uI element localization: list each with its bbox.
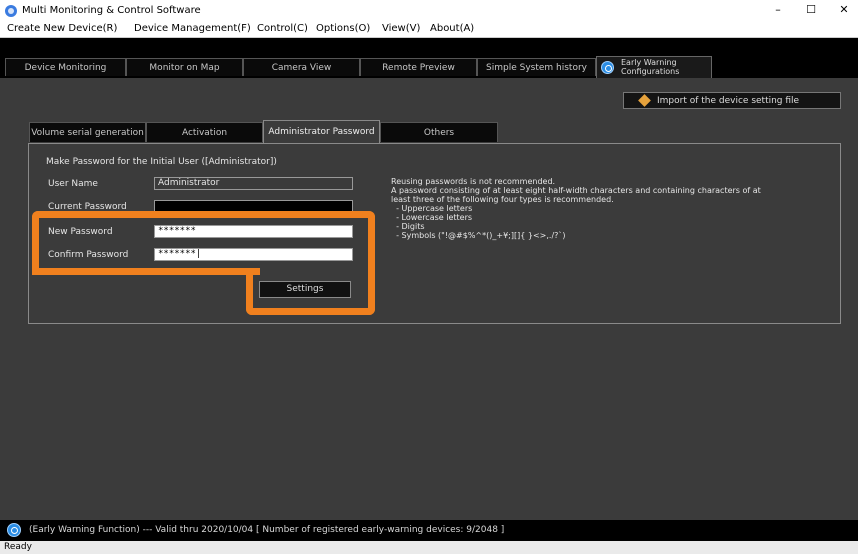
note-line: A password consisting of at least eight … (391, 186, 761, 195)
tab-early-warning-label: Early Warning Configurations (621, 58, 680, 76)
import-device-settings-button[interactable]: Import of the device setting file (623, 92, 841, 109)
note-line: - Digits (391, 222, 425, 231)
app-logo-icon (5, 5, 17, 17)
tab-administrator-password[interactable]: Administrator Password (263, 120, 380, 143)
menu-bar: Create New Device(R) Device Management(F… (0, 20, 858, 38)
menu-about[interactable]: About(A) (430, 23, 474, 34)
tab-activation[interactable]: Activation (146, 122, 263, 142)
tab-device-monitoring[interactable]: Device Monitoring (5, 58, 126, 76)
title-bar: Multi Monitoring & Control Software – ☐ … (0, 0, 858, 20)
note-line: Reusing passwords is not recommended. (391, 177, 556, 186)
menu-device-management[interactable]: Device Management(F) (134, 23, 251, 34)
menu-view[interactable]: View(V) (382, 23, 420, 34)
early-warning-icon (601, 61, 614, 74)
tab-simple-system-history[interactable]: Simple System history (477, 58, 596, 76)
highlight-box-lower (246, 268, 375, 315)
highlight-box-corner (32, 262, 260, 275)
panel-title: Make Password for the Initial User ([Adm… (46, 157, 277, 167)
password-recommendations: Reusing passwords is not recommended. A … (391, 177, 831, 240)
tab-monitor-on-map[interactable]: Monitor on Map (126, 58, 243, 76)
note-line: least three of the following four types … (391, 195, 614, 204)
note-line: - Lowercase letters (391, 213, 473, 222)
status-bar: Ready (0, 541, 858, 554)
tab-volume-serial-generation[interactable]: Volume serial generation (29, 122, 146, 142)
early-warning-status-icon (7, 523, 21, 537)
menu-options[interactable]: Options(O) (316, 23, 370, 34)
note-line: - Uppercase letters (391, 204, 473, 213)
close-button[interactable]: ✕ (830, 2, 858, 18)
tab-others[interactable]: Others (380, 122, 498, 142)
menu-create-new-device[interactable]: Create New Device(R) (7, 23, 117, 34)
import-button-label: Import of the device setting file (657, 96, 800, 106)
maximize-button[interactable]: ☐ (797, 2, 825, 18)
user-name-field: Administrator (154, 177, 353, 190)
import-icon (638, 94, 651, 107)
tab-early-warning-configurations[interactable]: Early Warning Configurations (596, 56, 712, 78)
note-line: - Symbols ("!@#$%^*()_+¥;][]{ }<>,./?`) (391, 231, 566, 240)
ready-status: Ready (4, 542, 32, 552)
status-line: (Early Warning Function) --- Valid thru … (0, 520, 858, 541)
early-warning-status-text: (Early Warning Function) --- Valid thru … (29, 525, 505, 535)
minimize-button[interactable]: – (764, 2, 792, 18)
user-name-label: User Name (48, 179, 98, 189)
tab-camera-view[interactable]: Camera View (243, 58, 360, 76)
menu-control[interactable]: Control(C) (257, 23, 308, 34)
window-title: Multi Monitoring & Control Software (22, 5, 201, 16)
tab-remote-preview[interactable]: Remote Preview (360, 58, 477, 76)
